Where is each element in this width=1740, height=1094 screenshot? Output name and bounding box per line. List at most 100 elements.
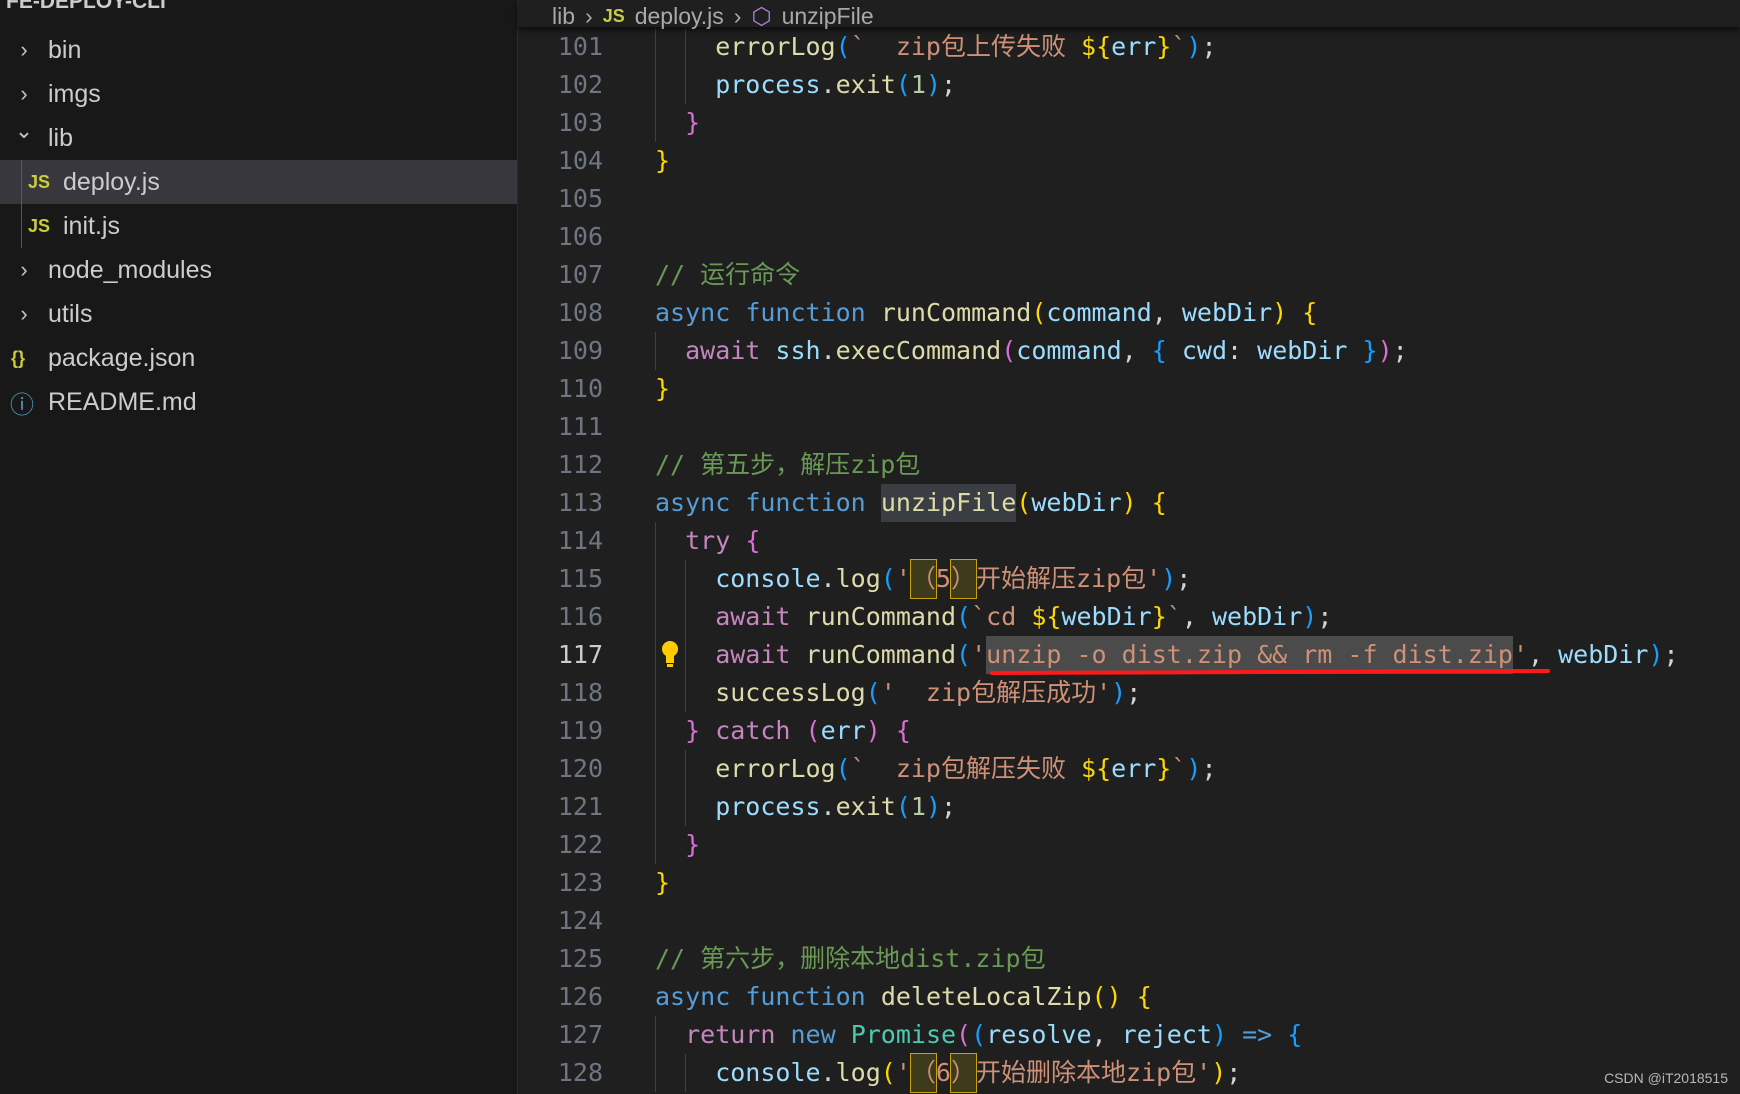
chevron-right-icon: › [733, 3, 742, 29]
js-file-icon: JS [602, 6, 625, 26]
line-number[interactable]: 119 [518, 712, 603, 750]
code-token: ( [956, 1020, 972, 1049]
code-line[interactable]: 111 [518, 408, 1740, 446]
breadcrumb-symbol[interactable]: unzipFile [782, 5, 874, 28]
line-number[interactable]: 102 [518, 66, 603, 104]
line-number[interactable]: 112 [518, 446, 603, 484]
code-token: Promise [850, 1020, 957, 1049]
indent-guide [655, 598, 685, 636]
code-line[interactable]: 118 successLog(' zip包解压成功'); [518, 674, 1740, 712]
tree-item-deploy-js[interactable]: JS deploy.js [0, 160, 517, 204]
line-number[interactable]: 127 [518, 1016, 603, 1054]
code-line[interactable]: 117 await runCommand(' unzip -o dist.zip &… [518, 636, 1740, 674]
indent-guide [655, 560, 685, 598]
line-number[interactable]: 123 [518, 864, 603, 902]
line-number[interactable]: 106 [518, 218, 603, 256]
breadcrumb-lib[interactable]: lib [552, 5, 575, 28]
code-token: resolve [986, 1020, 1092, 1049]
code-line[interactable]: 115 console. log(' （5）开始解压zip包'); [518, 559, 1740, 599]
line-number[interactable]: 107 [518, 256, 603, 294]
code-line[interactable]: 101 errorLog(` zip包上传失败 ${err} `); [518, 28, 1740, 66]
breadcrumb-file[interactable]: deploy.js [635, 5, 724, 28]
tree-item-node-modules[interactable]: › node_modules [0, 248, 517, 292]
tree-item-imgs[interactable]: › imgs [0, 72, 517, 116]
line-number[interactable]: 120 [518, 750, 603, 788]
code-line[interactable]: 128 console. log(' （6）开始删除本地zip包'); [518, 1053, 1740, 1093]
line-number[interactable]: 116 [518, 598, 603, 636]
tree-item-init-js[interactable]: JS init.js [0, 204, 517, 248]
tree-item-readme-md[interactable]: ⓘ README.md [0, 380, 517, 424]
code-token: { [1151, 488, 1167, 517]
tree-item-lib[interactable]: ⌄ lib [0, 116, 517, 160]
code-token: ) [1302, 602, 1318, 631]
code-line[interactable]: 113 async function unzipFile(webDir) { [518, 484, 1740, 522]
tree-item-bin[interactable]: › bin [0, 28, 517, 72]
code-line[interactable]: 124 [518, 902, 1740, 940]
code-line[interactable]: 122} [518, 826, 1740, 864]
explorer-root-title[interactable]: FE-DEPLOY-CLI [6, 0, 166, 14]
line-number[interactable]: 124 [518, 902, 603, 940]
code-line[interactable]: 106 [518, 218, 1740, 256]
code-line[interactable]: 126 async function deleteLocalZip() { [518, 978, 1740, 1016]
line-number[interactable]: 109 [518, 332, 603, 370]
code-token: , [1091, 1020, 1122, 1049]
line-number[interactable]: 103 [518, 104, 603, 142]
code-token: ${ [1031, 602, 1062, 631]
line-number[interactable]: 110 [518, 370, 603, 408]
code-token: async [655, 488, 731, 517]
line-number[interactable]: 111 [518, 408, 603, 446]
code-token: unzip -o dist.zip && rm -f dist.zip [986, 636, 1513, 674]
code-token: // 运行命令 [655, 260, 801, 289]
code-line[interactable]: 123} [518, 864, 1740, 902]
code-line[interactable]: 120 errorLog(` zip包解压失败 ${err} `); [518, 750, 1740, 788]
line-number[interactable]: 104 [518, 142, 603, 180]
code-line[interactable]: 105 [518, 180, 1740, 218]
line-number[interactable]: 128 [518, 1054, 603, 1092]
code-line[interactable]: 112 // 第五步，解压zip包 [518, 446, 1740, 484]
line-number[interactable]: 108 [518, 294, 603, 332]
code-line[interactable]: 107 // 运行命令 [518, 256, 1740, 294]
line-number[interactable]: 114 [518, 522, 603, 560]
code-token: } [685, 108, 701, 137]
code-line[interactable]: 104} [518, 142, 1740, 180]
code-token: （ [909, 1053, 937, 1093]
code-line[interactable]: 119} catch (err) { [518, 712, 1740, 750]
line-number[interactable]: 118 [518, 674, 603, 712]
code-line[interactable]: 127 return new Promise((resolve, reject) … [518, 1016, 1740, 1054]
code-token: ( [956, 640, 972, 669]
line-number[interactable]: 105 [518, 180, 603, 218]
code-line[interactable]: 125 // 第六步，删除本地dist.zip包 [518, 940, 1740, 978]
line-number[interactable]: 101 [518, 28, 603, 66]
line-number[interactable]: 113 [518, 484, 603, 522]
code-token: . [820, 564, 836, 593]
tree-indent-guide [21, 160, 22, 248]
tree-item-utils[interactable]: › utils [0, 292, 517, 336]
code-token: } [655, 868, 671, 897]
code-line[interactable]: 108 async function runCommand(command, we… [518, 294, 1740, 332]
code-token: ` [1171, 754, 1187, 783]
code-content: } [655, 864, 670, 902]
code-line[interactable]: 116 await runCommand(`cd ${webDir} `, webD… [518, 598, 1740, 636]
tree-item-label: README.md [48, 387, 197, 416]
line-number[interactable]: 122 [518, 826, 603, 864]
code-line[interactable]: 102 process. exit(1); [518, 66, 1740, 104]
tree-item-package-json[interactable]: {} package.json [0, 336, 517, 380]
code-token: { [1151, 336, 1167, 365]
line-number[interactable]: 121 [518, 788, 603, 826]
code-content: process. exit(1); [655, 66, 956, 104]
code-line[interactable]: 103} [518, 104, 1740, 142]
line-number[interactable]: 117 [518, 636, 603, 674]
line-number[interactable]: 126 [518, 978, 603, 1016]
code-line[interactable]: 121 process. exit(1); [518, 788, 1740, 826]
line-number[interactable]: 125 [518, 940, 603, 978]
code-token: ( [895, 70, 911, 99]
code-token: new [790, 1020, 836, 1049]
code-line[interactable]: 109 await ssh. execCommand(command, { cwd:… [518, 332, 1740, 370]
code-line[interactable]: 114 try { [518, 522, 1740, 560]
line-number[interactable]: 115 [518, 560, 603, 598]
code-line[interactable]: 110} [518, 370, 1740, 408]
chevron-right-icon: › [20, 81, 28, 106]
code-token: successLog [715, 678, 866, 707]
